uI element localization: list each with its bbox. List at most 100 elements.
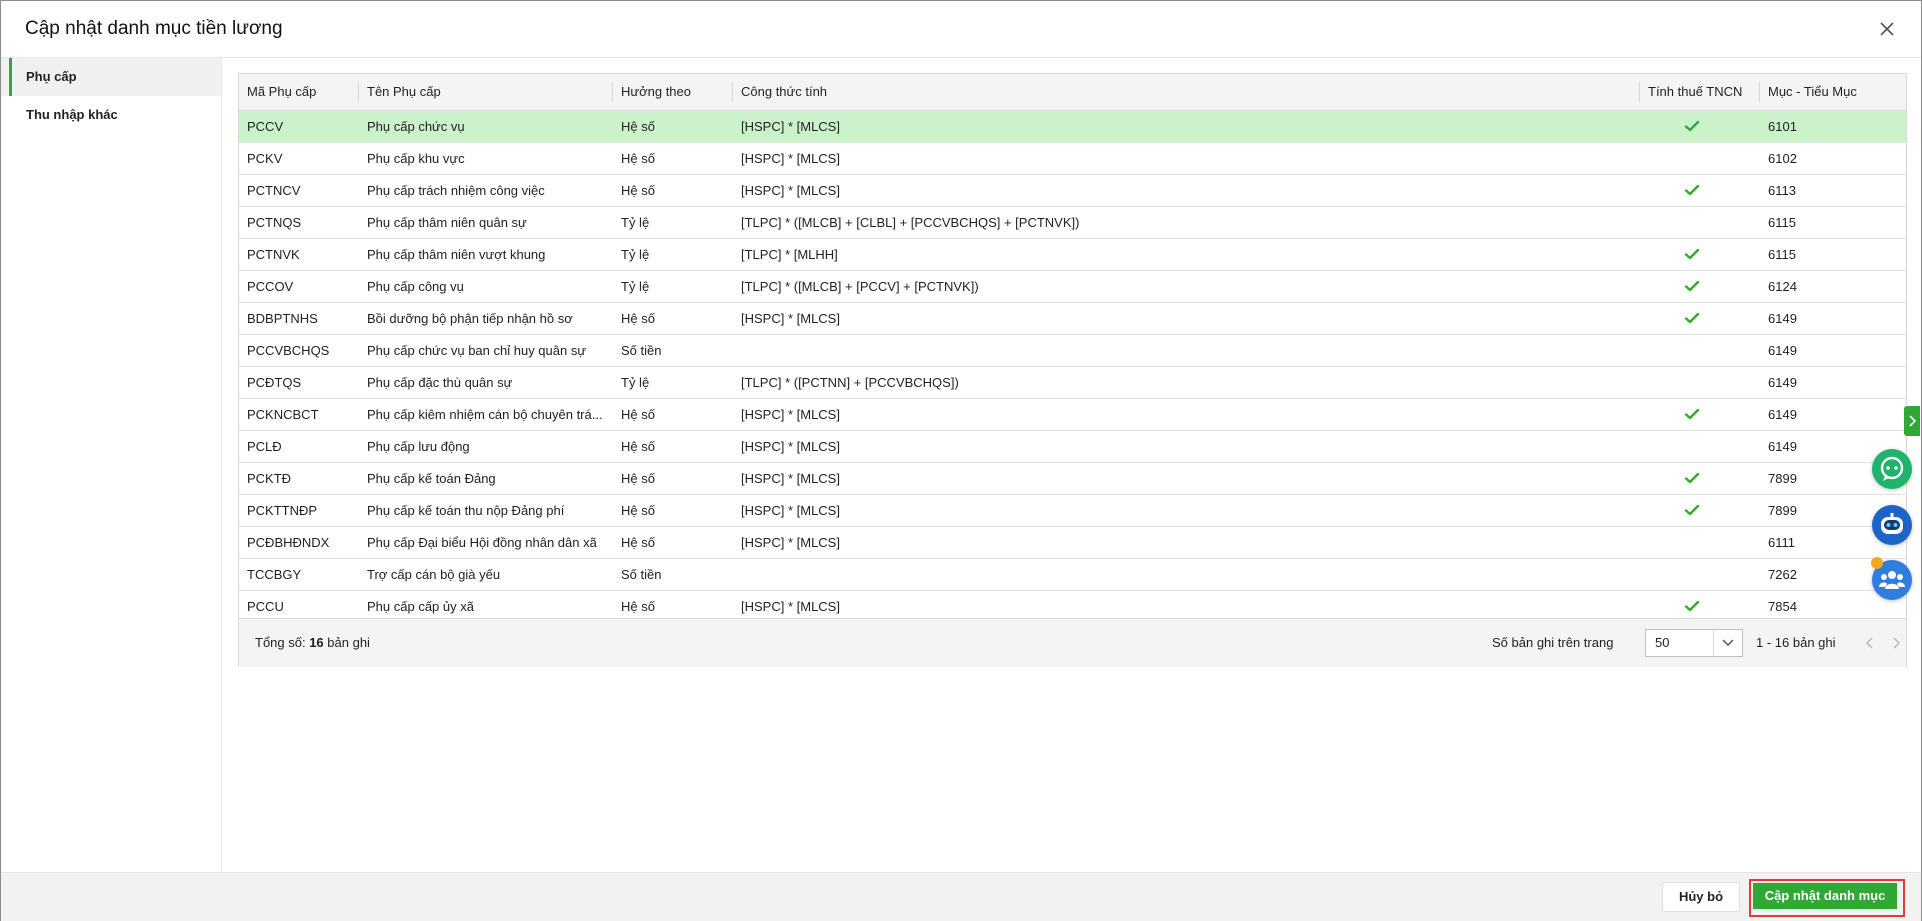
total-records: Tổng số: 16 bản ghi [255,619,370,667]
table-row[interactable]: PCCV Phụ cấp chức vụ Hệ số [HSPC] * [MLCS] 6… [239,111,1906,143]
title-bar: Cập nhật danh mục tiền lương [1,1,1921,58]
cell-formula: [HSPC] * [MLCS] [741,535,840,550]
cell-formula: [TLPC] * ([MLCB] + [PCCV] + [PCTNVK]) [741,279,979,294]
cancel-button[interactable]: Hủy bỏ [1662,882,1740,912]
cell-name: Phụ cấp kế toán thu nộp Đảng phí [367,503,565,518]
cell-muc: 6115 [1768,247,1796,262]
cell-type: Số tiền [621,567,662,582]
cell-name: Phụ cấp công vụ [367,279,464,294]
cell-code: PCTNVK [247,247,300,262]
table-row[interactable]: PCCVBCHQS Phụ cấp chức vụ ban chỉ huy quâ… [239,335,1906,367]
cell-muc: 6115 [1768,215,1796,230]
cell-type: Số tiền [621,343,662,358]
cell-type: Hệ số [621,535,655,550]
cell-code: PCKV [247,151,283,166]
cell-muc: 6102 [1768,151,1797,166]
table-row[interactable]: PCLĐ Phụ cấp lưu động Hệ số [HSPC] * [MLCS]… [239,431,1906,463]
cell-type: Hệ số [621,151,655,166]
main-content: Mã Phụ cấp Tên Phụ cấp Hưởng theo Công t… [222,58,1921,872]
per-page-value: 50 [1655,635,1670,650]
cell-type: Tỷ lệ [621,279,650,294]
check-icon [1684,183,1700,197]
cell-code: PCKNCBCT [247,407,319,422]
table-row[interactable]: BDBPTNHS Bồi dưỡng bộ phận tiếp nhận hồ s… [239,303,1906,335]
cell-type: Tỷ lệ [621,215,650,230]
cell-name: Phụ cấp trách nhiệm công việc [367,183,545,198]
cell-type: Tỷ lệ [621,375,650,390]
cell-muc: 6149 [1768,407,1797,422]
cell-code: TCCBGY [247,567,302,582]
table-row[interactable]: PCKTTNĐP Phụ cấp kế toán thu nộp Đảng phí… [239,495,1906,527]
cell-name: Phụ cấp khu vực [367,151,465,166]
column-header-type[interactable]: Hưởng theo [613,74,733,110]
dialog: Cập nhật danh mục tiền lương Phụ cấp Thu… [0,0,1922,921]
cell-formula: [HSPC] * [MLCS] [741,119,840,134]
table-row[interactable]: TCCBGY Trợ cấp cán bộ già yếu Số tiền 7262 [239,559,1906,591]
cell-type: Tỷ lệ [621,247,650,262]
sidebar-item-phu-cap[interactable]: Phụ cấp [1,58,221,96]
bot-icon[interactable] [1872,505,1912,545]
chat-icon[interactable] [1872,449,1912,489]
check-icon [1684,247,1700,261]
sidebar-item-thu-nhap-khac[interactable]: Thu nhập khác [1,96,221,134]
cell-formula [733,335,1640,366]
cell-code: PCCVBCHQS [247,343,330,358]
cell-code: PCTNCV [247,183,301,198]
notification-dot [1871,557,1883,569]
table-row[interactable]: PCCOV Phụ cấp công vụ Tỷ lệ [TLPC] * ([MLCB… [239,271,1906,303]
table-row[interactable]: PCĐTQS Phụ cấp đặc thù quân sự Tỷ lệ [TLPC]… [239,367,1906,399]
cell-type: Hệ số [621,311,655,326]
column-header-tax[interactable]: Tính thuế TNCN [1640,74,1760,110]
cell-code: BDBPTNHS [247,311,318,326]
table-footer: Tổng số: 16 bản ghi Số bản ghi trên tran… [239,618,1906,667]
per-page-select[interactable]: 50 [1645,629,1743,657]
cell-name: Phụ cấp Đại biểu Hội đồng nhân dân xã [367,535,597,550]
table-row[interactable]: PCKV Phụ cấp khu vực Hệ số [HSPC] * [MLCS] 6… [239,143,1906,175]
cell-name: Phụ cấp lưu động [367,439,470,454]
table-row[interactable]: PCKNCBCT Phụ cấp kiêm nhiệm cán bộ chuyên… [239,399,1906,431]
cell-formula: [HSPC] * [MLCS] [741,503,840,518]
table-row[interactable]: PCTNQS Phụ cấp thâm niên quân sự Tỷ lệ [TLP… [239,207,1906,239]
cell-formula: [TLPC] * ([MLCB] + [CLBL] + [PCCVBCHQS] … [741,215,1080,230]
cell-code: PCTNQS [247,215,302,230]
close-icon[interactable] [1875,17,1899,41]
table-row[interactable]: PCĐBHĐNDX Phụ cấp Đại biểu Hội đồng nhân … [239,527,1906,559]
table-row[interactable]: PCTNVK Phụ cấp thâm niên vượt khung Tỷ lệ [… [239,239,1906,271]
cell-name: Phụ cấp thâm niên vượt khung [367,247,546,262]
column-header-formula[interactable]: Công thức tính [733,74,1640,110]
cell-muc: 6124 [1768,279,1797,294]
cell-muc: 6113 [1768,183,1796,198]
cell-name: Phụ cấp đặc thù quân sự [367,375,513,390]
table-row[interactable]: PCKTĐ Phụ cấp kế toán Đảng Hệ số [HSPC] * [… [239,463,1906,495]
cell-code: PCĐTQS [247,375,302,390]
cell-name: Phụ cấp kế toán Đảng [367,471,496,486]
table-row[interactable]: PCTNCV Phụ cấp trách nhiệm công việc Hệ số… [239,175,1906,207]
chevron-right-icon[interactable] [1889,636,1903,650]
column-header-muc[interactable]: Mục - Tiểu Mục [1760,74,1906,110]
cell-formula: [HSPC] * [MLCS] [741,151,840,166]
expand-panel-tab[interactable] [1904,406,1920,436]
chevron-down-icon[interactable] [1713,630,1742,656]
dialog-title: Cập nhật danh mục tiền lương [25,18,283,39]
chevron-left-icon[interactable] [1863,636,1877,650]
check-icon [1684,119,1700,133]
cell-formula: [HSPC] * [MLCS] [741,471,840,486]
cell-type: Hệ số [621,407,655,422]
sidebar: Phụ cấp Thu nhập khác [1,58,222,872]
submit-button-highlight: Cập nhật danh mục [1749,879,1905,917]
cell-formula: [HSPC] * [MLCS] [741,439,840,454]
column-header-name[interactable]: Tên Phụ cấp [359,74,613,110]
cell-muc: 6149 [1768,311,1797,326]
cell-formula: [HSPC] * [MLCS] [741,183,840,198]
cell-code: PCKTĐ [247,471,292,486]
check-icon [1684,471,1700,485]
update-catalog-button[interactable]: Cập nhật danh mục [1753,883,1897,909]
check-icon [1684,407,1700,421]
column-header-code[interactable]: Mã Phụ cấp [239,74,359,110]
check-icon [1684,279,1700,293]
cell-type: Hệ số [621,503,655,518]
cell-code: PCKTTNĐP [247,503,318,518]
cell-muc: 6149 [1768,375,1797,390]
page-range: 1 - 16 bản ghi [1756,635,1836,650]
cell-code: PCCV [247,119,284,134]
